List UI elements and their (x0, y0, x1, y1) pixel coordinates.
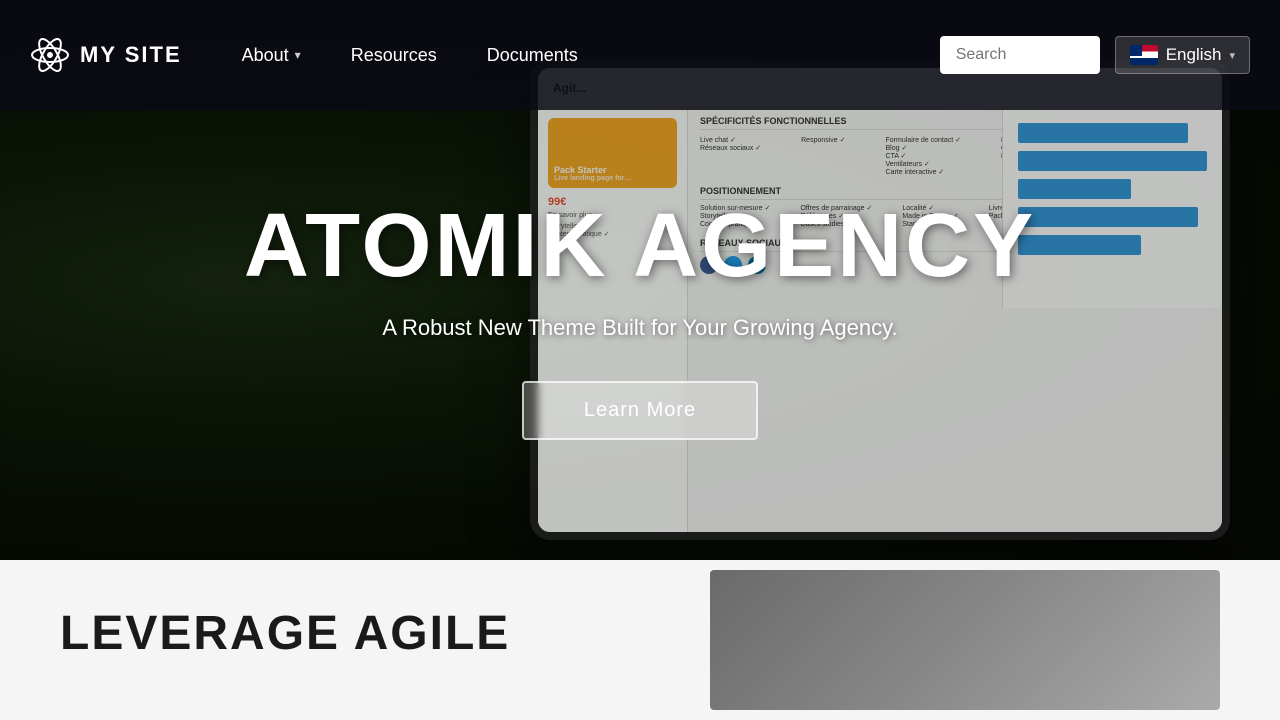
below-hero-image (710, 570, 1220, 710)
below-hero-image-inner (710, 570, 1220, 710)
nav-about[interactable]: About ▾ (222, 35, 321, 76)
language-label: English (1166, 45, 1222, 65)
flag-us-icon (1130, 45, 1158, 65)
learn-more-button[interactable]: Learn More (522, 381, 758, 440)
lang-chevron-icon: ▾ (1229, 49, 1235, 62)
hero-title: ATOMIK AGENCY (244, 201, 1036, 291)
nav-resources-label: Resources (351, 45, 437, 66)
language-selector[interactable]: English ▾ (1115, 36, 1250, 74)
below-hero-left: LEVERAGE AGILE (60, 580, 650, 658)
nav-documents-label: Documents (487, 45, 578, 66)
nav-documents[interactable]: Documents (467, 35, 598, 76)
chevron-down-icon: ▾ (295, 48, 301, 62)
nav-links: About ▾ Resources Documents (222, 35, 910, 76)
search-input[interactable] (940, 36, 1100, 74)
hero-subtitle: A Robust New Theme Built for Your Growin… (382, 315, 897, 341)
nav-about-label: About (242, 45, 289, 66)
below-hero-title: LEVERAGE AGILE (60, 610, 650, 658)
nav-right: English ▾ (940, 36, 1250, 74)
below-hero-section: LEVERAGE AGILE (0, 560, 1280, 720)
logo-text: MY SITE (80, 42, 182, 68)
site-logo[interactable]: MY SITE (30, 35, 182, 75)
atom-icon (30, 35, 70, 75)
navbar: MY SITE About ▾ Resources Documents Engl… (0, 0, 1280, 110)
nav-resources[interactable]: Resources (331, 35, 457, 76)
